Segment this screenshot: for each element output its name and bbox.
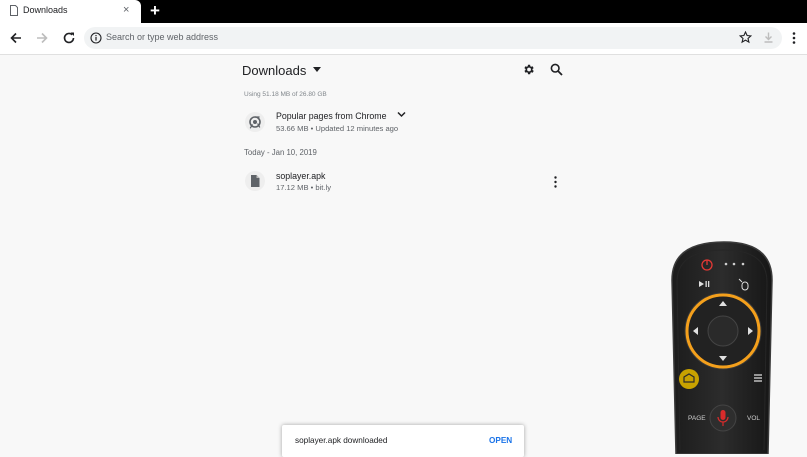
- bookmark-star-icon[interactable]: [739, 31, 752, 44]
- file-icon: [245, 171, 265, 191]
- offline-group-title: Popular pages from Chrome: [276, 111, 387, 121]
- page-label: PAGE: [688, 415, 706, 422]
- chrome-icon: [245, 112, 265, 132]
- back-arrow-icon[interactable]: [9, 31, 23, 45]
- download-snackbar: soplayer.apk downloaded OPEN: [282, 425, 524, 457]
- storage-usage: Using 51.18 MB of 26.80 GB: [244, 91, 327, 98]
- menu-icon[interactable]: [789, 31, 799, 45]
- vol-label: VOL: [747, 415, 760, 422]
- search-icon[interactable]: [550, 63, 563, 76]
- gear-icon[interactable]: [522, 63, 535, 76]
- more-vert-icon[interactable]: [553, 176, 558, 188]
- address-placeholder: Search or type web address: [106, 32, 219, 42]
- microphone-icon: [709, 404, 737, 432]
- close-tab-icon[interactable]: ×: [123, 3, 129, 17]
- remote-control-overlay: PAGE VOL: [671, 241, 773, 454]
- new-tab-button[interactable]: +: [150, 1, 160, 21]
- filter-dropdown-icon[interactable]: [313, 67, 321, 72]
- open-button[interactable]: OPEN: [489, 436, 512, 445]
- chevron-down-icon[interactable]: [397, 111, 406, 118]
- date-header: Today - Jan 10, 2019: [244, 148, 317, 157]
- address-bar[interactable]: Search or type web address: [84, 27, 782, 49]
- info-icon[interactable]: [90, 32, 102, 44]
- offline-group-subtitle: 53.66 MB • Updated 12 minutes ago: [276, 124, 399, 133]
- snackbar-message: soplayer.apk downloaded: [295, 436, 388, 445]
- forward-arrow-icon[interactable]: [35, 31, 49, 45]
- file-name: soplayer.apk: [276, 171, 326, 181]
- download-icon[interactable]: [762, 31, 775, 44]
- dpad: [684, 292, 762, 370]
- reload-icon[interactable]: [62, 31, 76, 45]
- tab-strip: Downloads × +: [0, 0, 807, 23]
- page-icon: [10, 5, 18, 16]
- home-icon: [679, 369, 699, 389]
- file-meta: 17.12 MB • bit.ly: [276, 183, 331, 192]
- page-title: Downloads: [242, 63, 307, 78]
- tab-title: Downloads: [23, 5, 68, 15]
- tab-downloads[interactable]: Downloads ×: [0, 0, 141, 23]
- toolbar: Search or type web address: [0, 23, 807, 55]
